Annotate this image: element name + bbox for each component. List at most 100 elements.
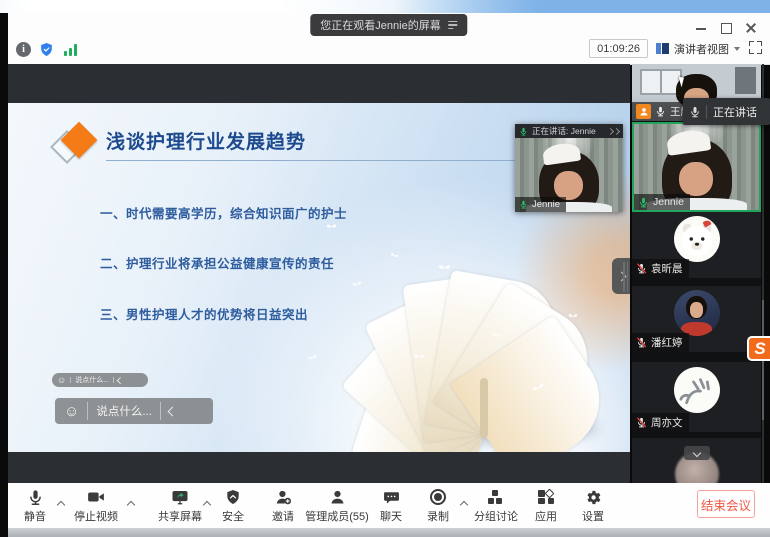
sticker-badge: S bbox=[747, 336, 770, 361]
participant-name-tag: 周亦文 bbox=[632, 413, 689, 432]
emoji-icon[interactable]: ☺ bbox=[57, 376, 66, 385]
slide-title: 浅谈护理行业发展趋势 bbox=[106, 127, 306, 154]
chat-placeholder[interactable]: 说点什么... bbox=[75, 375, 109, 385]
mic-on-icon bbox=[689, 106, 701, 118]
invite-person-icon bbox=[275, 489, 292, 506]
participant-name: 潘红婷 bbox=[651, 335, 683, 350]
slide-bullet-1: 一、时代需要高学历，综合知识面广的护士 bbox=[100, 203, 580, 222]
title-bar: 您正在观看Jennie的屏幕 i 01:09:26 演讲者视图 bbox=[8, 13, 770, 65]
participant-avatar bbox=[674, 216, 720, 262]
security-shield-icon bbox=[225, 489, 241, 505]
microphone-icon bbox=[27, 489, 44, 506]
maximize-button[interactable] bbox=[719, 21, 733, 35]
network-signal-icon[interactable] bbox=[64, 44, 77, 56]
settings-label: 设置 bbox=[582, 508, 604, 524]
watching-banner-text: 您正在观看Jennie的屏幕 bbox=[320, 17, 440, 33]
sidebar-resize-handle[interactable] bbox=[623, 262, 628, 292]
participant-name-tag: 潘红婷 bbox=[632, 333, 689, 352]
chevron-down-icon bbox=[692, 449, 700, 457]
bear-avatar-image bbox=[674, 216, 720, 262]
camera-icon bbox=[87, 488, 105, 506]
speaking-tooltip-text: 正在讲话 bbox=[713, 104, 757, 120]
minimize-button[interactable] bbox=[694, 21, 708, 35]
minimize-icon bbox=[696, 28, 706, 30]
watching-banner[interactable]: 您正在观看Jennie的屏幕 bbox=[310, 14, 467, 36]
collapse-chevron-icon[interactable] bbox=[167, 406, 177, 416]
participant-tile-panhongting[interactable]: 潘红婷 bbox=[632, 286, 761, 352]
emoji-icon[interactable]: ☺ bbox=[64, 404, 79, 419]
divider bbox=[87, 402, 88, 420]
participant-name: 袁昕晨 bbox=[651, 261, 683, 276]
video-options-caret[interactable] bbox=[128, 495, 136, 503]
record-icon bbox=[430, 489, 446, 505]
butterfly-icon bbox=[307, 352, 319, 364]
mic-on-icon bbox=[519, 127, 528, 136]
breakout-rooms-label: 分组讨论 bbox=[474, 508, 518, 524]
participant-tile-zhouyiwen[interactable]: 周亦文 bbox=[632, 362, 761, 432]
participant-avatar bbox=[674, 290, 720, 336]
speaker-name-tag: Jennie bbox=[515, 197, 566, 212]
participant-name-tag: 袁昕晨 bbox=[632, 259, 689, 278]
mic-muted-icon bbox=[636, 263, 647, 274]
maximize-icon bbox=[721, 23, 732, 34]
record-label: 录制 bbox=[427, 508, 449, 524]
speaking-now-label: 正在讲话: Jennie bbox=[532, 125, 596, 137]
mic-on-icon bbox=[519, 200, 528, 209]
divider bbox=[160, 402, 161, 420]
control-dock: 静音 停止视频 共享屏幕 安全 邀请 管理成员(55) 聊天 bbox=[8, 483, 770, 528]
mic-on-icon bbox=[638, 197, 649, 208]
meeting-timer: 01:09:26 bbox=[589, 39, 648, 58]
share-screen-icon bbox=[171, 488, 189, 506]
view-mode-label: 演讲者视图 bbox=[674, 41, 729, 57]
mic-on-icon bbox=[655, 106, 666, 117]
apps-icon bbox=[538, 489, 554, 505]
fullscreen-icon[interactable] bbox=[749, 41, 762, 54]
active-speaker-overlay[interactable]: 正在讲话: Jennie Jennie bbox=[515, 124, 623, 212]
settings-button[interactable]: 设置 bbox=[561, 488, 625, 524]
chat-quick-bar[interactable]: ☺ 说点什么... bbox=[55, 398, 213, 424]
window-bottom-edge bbox=[8, 528, 770, 537]
meeting-info-icon[interactable]: i bbox=[16, 42, 31, 57]
speaker-video: Jennie bbox=[515, 138, 623, 212]
sidebar-scrollbar-track bbox=[762, 64, 764, 483]
collapse-chevron-icon[interactable] bbox=[117, 377, 123, 383]
divider bbox=[113, 377, 114, 383]
apps-label: 应用 bbox=[535, 508, 557, 524]
slide-bullet-2: 二、护理行业将承担公益健康宣传的责任 bbox=[100, 253, 580, 272]
mic-muted-icon bbox=[636, 337, 647, 348]
layout-view-icon bbox=[656, 43, 669, 54]
chevron-down-icon bbox=[734, 47, 740, 51]
members-icon bbox=[329, 489, 346, 506]
chat-placeholder[interactable]: 说点什么... bbox=[96, 403, 152, 419]
host-badge-icon bbox=[636, 104, 651, 119]
overlay-collapse-icon[interactable] bbox=[608, 129, 619, 134]
slide-bullet-3: 三、男性护理人才的优势将日益突出 bbox=[100, 304, 580, 323]
security-label: 安全 bbox=[222, 508, 244, 524]
stop-video-button[interactable]: 停止视频 bbox=[64, 488, 128, 524]
view-mode-selector[interactable]: 演讲者视图 bbox=[656, 39, 740, 58]
close-button[interactable] bbox=[744, 21, 758, 35]
butterfly-icon bbox=[414, 351, 425, 362]
scroll-more-button[interactable] bbox=[684, 446, 710, 460]
participant-name: 周亦文 bbox=[651, 415, 683, 430]
participant-tile-jennie[interactable]: Jennie bbox=[632, 122, 761, 212]
participant-avatar bbox=[674, 367, 720, 413]
butterfly-icon bbox=[326, 221, 337, 232]
participant-tile-more[interactable] bbox=[632, 438, 761, 483]
mic-muted-icon bbox=[636, 417, 647, 428]
banner-menu-icon[interactable] bbox=[449, 21, 458, 30]
share-screen-label: 共享屏幕 bbox=[158, 508, 202, 524]
security-shield-icon[interactable] bbox=[39, 42, 54, 57]
chat-label: 聊天 bbox=[380, 508, 402, 524]
divider bbox=[70, 377, 71, 383]
gear-icon bbox=[585, 489, 602, 506]
chat-quick-bar-small[interactable]: ☺ 说点什么... bbox=[52, 373, 148, 387]
participant-name: Jennie bbox=[653, 196, 684, 208]
divider bbox=[706, 105, 707, 119]
breakout-rooms-icon bbox=[488, 489, 504, 505]
active-speaker-header: 正在讲话: Jennie bbox=[515, 124, 623, 138]
speaking-tooltip: 正在讲话 bbox=[683, 98, 770, 125]
end-meeting-button[interactable]: 结束会议 bbox=[697, 490, 755, 518]
chat-bubble-icon bbox=[383, 489, 400, 506]
participant-tile-yuanxinchen[interactable]: 袁昕晨 bbox=[632, 212, 761, 278]
